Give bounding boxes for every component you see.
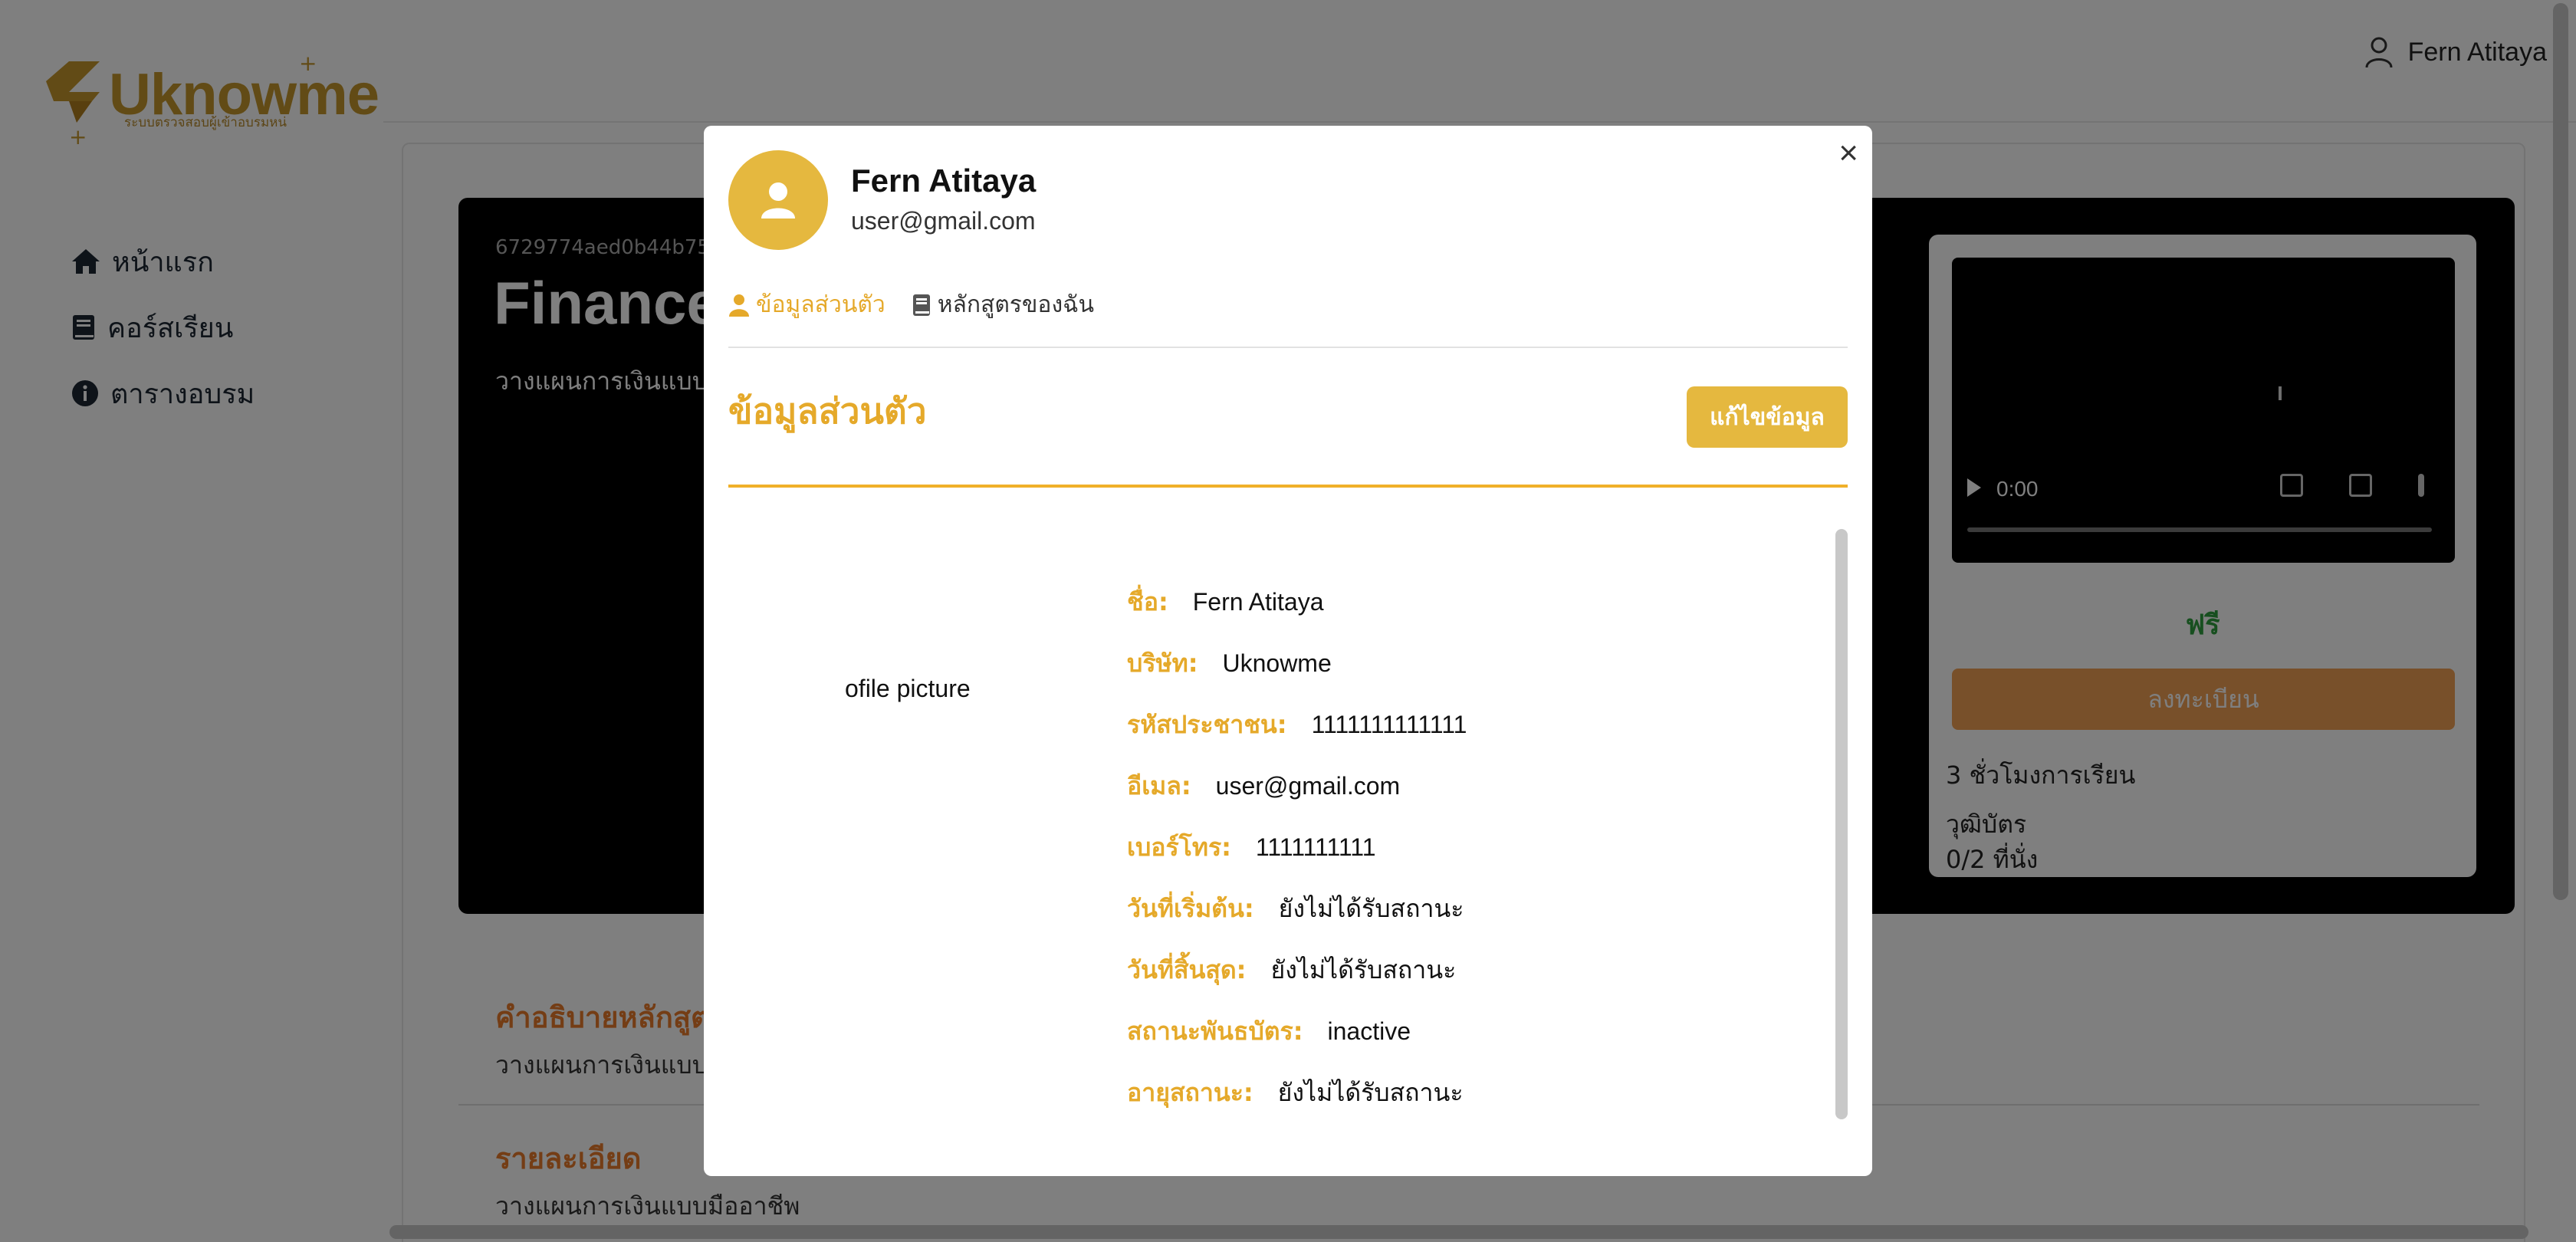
- field-phone: เบอร์โทร: 1111111111: [1127, 828, 1467, 889]
- edit-profile-button[interactable]: แก้ไขข้อมูล: [1687, 386, 1848, 448]
- tabs-divider: [728, 347, 1848, 348]
- profile-name: Fern Atitaya: [851, 163, 1037, 199]
- profile-fields: ชื่อ: Fern Atitaya บริษัท: Uknowme รหัสป…: [1127, 583, 1467, 1135]
- field-value: 1111111111: [1255, 833, 1376, 861]
- field-email: อีเมล: user@gmail.com: [1127, 767, 1467, 828]
- tab-my-courses[interactable]: หลักสูตรของฉัน: [912, 287, 1094, 323]
- tab-label: ข้อมูลส่วนตัว: [756, 291, 886, 318]
- profile-email: user@gmail.com: [851, 207, 1036, 235]
- field-label: วันที่เริ่มต้น:: [1127, 894, 1254, 923]
- field-value: inactive: [1327, 1017, 1411, 1045]
- field-value: ยังไม่ได้รับสถานะ: [1277, 1079, 1464, 1106]
- tab-personal-info[interactable]: ข้อมูลส่วนตัว: [728, 287, 886, 323]
- close-button[interactable]: ×: [1838, 136, 1858, 170]
- field-value: Fern Atitaya: [1192, 588, 1324, 616]
- field-national-id: รหัสประชาชน: 1111111111111: [1127, 705, 1467, 767]
- field-company: บริษัท: Uknowme: [1127, 644, 1467, 705]
- field-bond-status: สถานะพันธบัตร: inactive: [1127, 1012, 1467, 1073]
- profile-details-scroll[interactable]: ofile picture ชื่อ: Fern Atitaya บริษัท:…: [728, 524, 1848, 1155]
- profile-modal: × Fern Atitaya user@gmail.com ข้อมูลส่วน…: [704, 126, 1872, 1176]
- user-icon: [729, 294, 749, 317]
- tab-label: หลักสูตรของฉัน: [937, 291, 1095, 318]
- profile-scrollbar[interactable]: [1835, 529, 1848, 1119]
- field-label: เบอร์โทร:: [1127, 833, 1231, 862]
- field-label: อายุสถานะ:: [1127, 1078, 1254, 1107]
- field-label: รหัสประชาชน:: [1127, 710, 1287, 739]
- field-status-age: อายุสถานะ: ยังไม่ได้รับสถานะ: [1127, 1073, 1467, 1135]
- book-icon: [912, 294, 930, 316]
- heading-underline: [728, 485, 1848, 488]
- field-label: อีเมล:: [1127, 771, 1191, 800]
- field-label: สถานะพันธบัตร:: [1127, 1017, 1303, 1046]
- field-start-date: วันที่เริ่มต้น: ยังไม่ได้รับสถานะ: [1127, 889, 1467, 951]
- profile-picture: ofile picture: [845, 675, 971, 702]
- profile-tabs: ข้อมูลส่วนตัว หลักสูตรของฉัน: [728, 287, 1094, 323]
- field-label: วันที่สิ้นสุด:: [1127, 955, 1247, 984]
- field-label: ชื่อ:: [1127, 587, 1168, 616]
- field-value: Uknowme: [1222, 649, 1332, 677]
- personal-info-heading: ข้อมูลส่วนตัว: [728, 390, 927, 432]
- field-value: ยังไม่ได้รับสถานะ: [1278, 895, 1464, 922]
- field-label: บริษัท:: [1127, 649, 1198, 678]
- field-value: user@gmail.com: [1215, 772, 1401, 800]
- field-end-date: วันที่สิ้นสุด: ยังไม่ได้รับสถานะ: [1127, 951, 1467, 1012]
- user-icon: [761, 182, 795, 219]
- field-name: ชื่อ: Fern Atitaya: [1127, 583, 1467, 644]
- field-value: 1111111111111: [1311, 711, 1467, 738]
- avatar: [728, 150, 828, 250]
- field-value: ยังไม่ได้รับสถานะ: [1270, 956, 1457, 984]
